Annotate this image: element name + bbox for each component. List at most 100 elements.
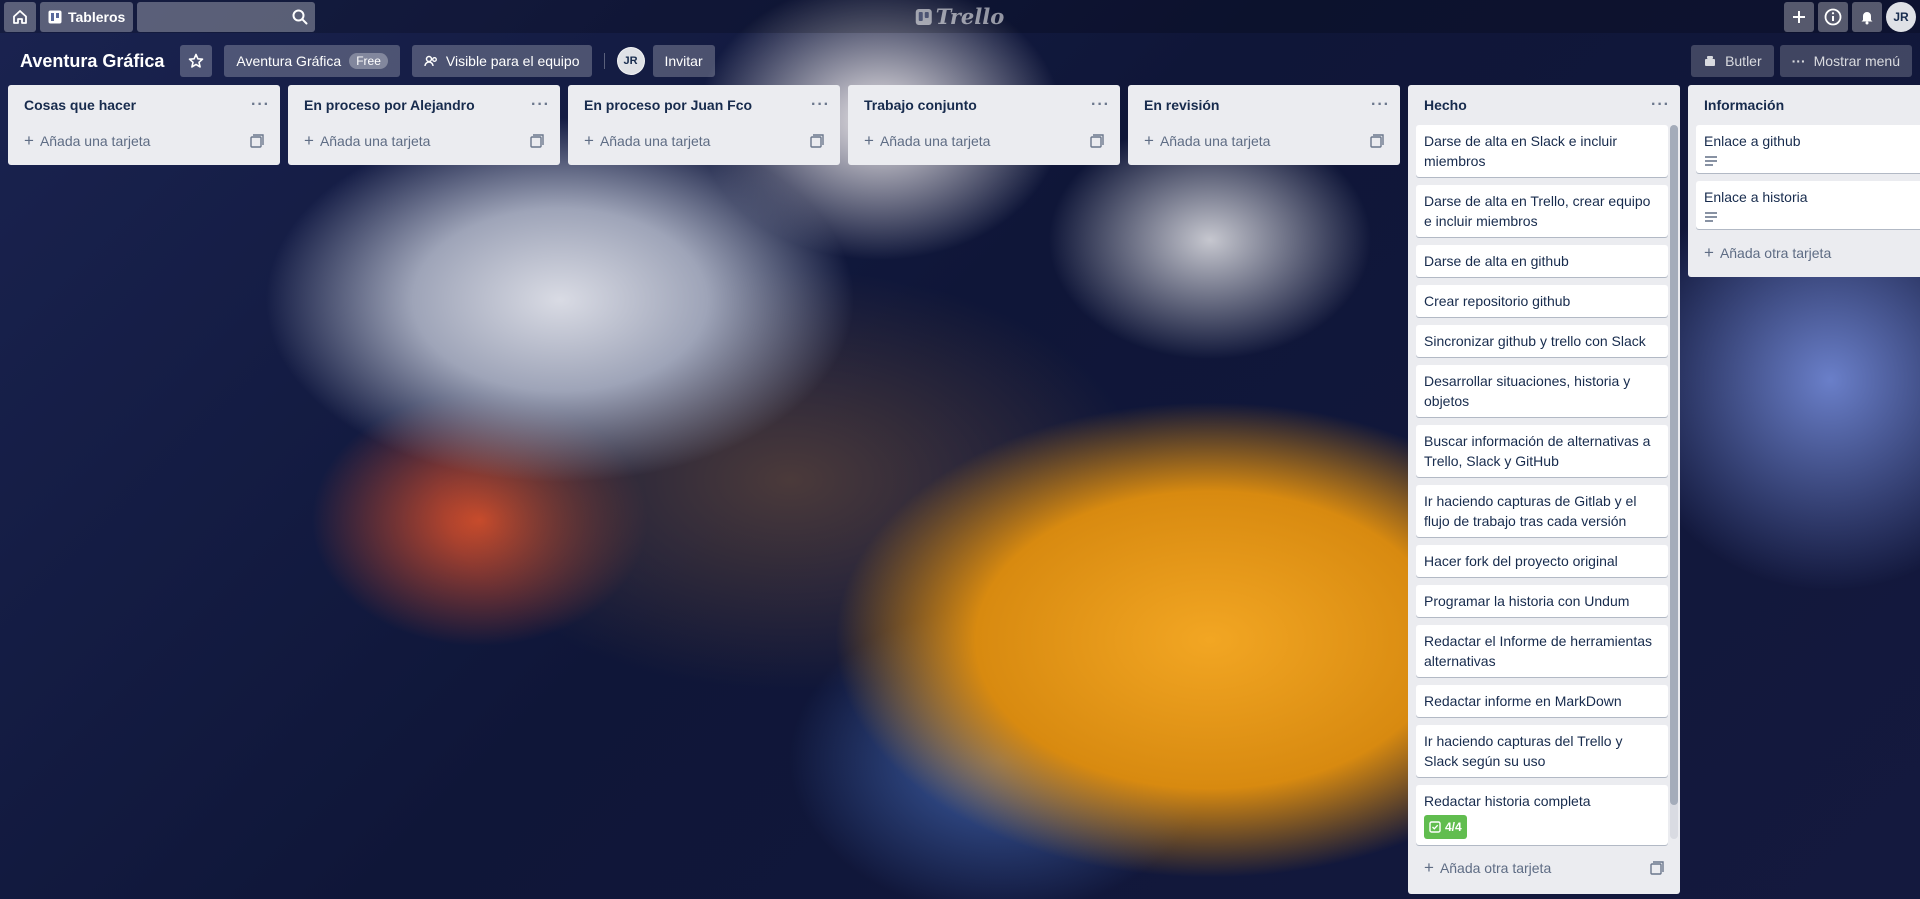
card[interactable]: Darse de alta en Trello, crear equipo e … xyxy=(1416,185,1668,237)
list-scrollbar[interactable] xyxy=(1670,125,1678,839)
visibility-label: Visible para el equipo xyxy=(445,53,580,69)
list-title[interactable]: Cosas que hacer xyxy=(24,97,136,113)
card[interactable]: Ir haciendo capturas del Trello y Slack … xyxy=(1416,725,1668,777)
card[interactable]: Sincronizar github y trello con Slack xyxy=(1416,325,1668,357)
team-plan-badge: Free xyxy=(349,53,388,69)
plus-icon: + xyxy=(304,131,314,150)
list-title[interactable]: En proceso por Juan Fco xyxy=(584,97,752,113)
list-title[interactable]: En revisión xyxy=(1144,97,1219,113)
trello-logo[interactable]: Trello xyxy=(915,4,1004,29)
card-title: Enlace a historia xyxy=(1704,189,1808,205)
card[interactable]: Programar la historia con Undum xyxy=(1416,585,1668,617)
scrollbar-thumb[interactable] xyxy=(1670,125,1678,805)
template-card-icon[interactable] xyxy=(530,134,544,148)
show-menu-button[interactable]: ··· Mostrar menú xyxy=(1779,45,1912,77)
card[interactable]: Hacer fork del proyecto original xyxy=(1416,545,1668,577)
invite-button[interactable]: Invitar xyxy=(652,45,715,77)
template-card-icon[interactable] xyxy=(1090,134,1104,148)
list-en-proceso-juan-fco: En proceso por Juan Fco ··· + Añada una t… xyxy=(568,85,840,165)
ellipsis-icon: ··· xyxy=(1791,53,1806,69)
search-icon[interactable] xyxy=(292,9,308,25)
list-title[interactable]: Hecho xyxy=(1424,97,1467,113)
plus-icon: + xyxy=(1704,243,1714,262)
search-box[interactable] xyxy=(137,1,316,32)
checklist-icon xyxy=(1429,821,1441,833)
add-card-button[interactable]: + Añada una tarjeta xyxy=(1136,125,1392,157)
top-right-actions: JR xyxy=(1784,2,1916,32)
template-card-icon[interactable] xyxy=(250,134,264,148)
card[interactable]: Desarrollar situaciones, historia y obje… xyxy=(1416,365,1668,417)
search-input[interactable] xyxy=(137,1,316,32)
list-menu-icon[interactable]: ··· xyxy=(1091,97,1110,113)
list-menu-icon[interactable]: ··· xyxy=(811,97,830,113)
card-title: Darse de alta en Trello, crear equipo e … xyxy=(1424,193,1651,229)
list-menu-icon[interactable]: ··· xyxy=(531,97,550,113)
list-hecho: Hecho ··· Darse de alta en Slack e inclu… xyxy=(1408,85,1680,894)
list-menu-icon[interactable]: ··· xyxy=(251,97,270,113)
template-card-icon[interactable] xyxy=(1650,861,1664,875)
card[interactable]: Darse de alta en github xyxy=(1416,245,1668,277)
card[interactable]: Buscar información de alternativas a Tre… xyxy=(1416,425,1668,477)
home-button[interactable] xyxy=(4,1,36,32)
add-card-label: Añada una tarjeta xyxy=(1159,133,1271,149)
list-title[interactable]: En proceso por Alejandro xyxy=(304,97,475,113)
info-icon xyxy=(1824,8,1842,26)
checklist-count: 4/4 xyxy=(1445,820,1462,834)
card[interactable]: Crear repositorio github xyxy=(1416,285,1668,317)
header-divider xyxy=(603,53,605,69)
member-initials: JR xyxy=(623,55,638,67)
information-button[interactable] xyxy=(1818,2,1848,32)
member-avatar[interactable]: JR xyxy=(616,47,645,75)
add-card-button[interactable]: + Añada otra tarjeta xyxy=(1696,237,1912,269)
team-button[interactable]: Aventura Gráfica Free xyxy=(224,45,400,77)
list-menu-icon[interactable]: ··· xyxy=(1371,97,1390,113)
card-list[interactable]: Darse de alta en Slack e incluir miembro… xyxy=(1408,125,1680,848)
card-title: Redactar el Informe de herramientas alte… xyxy=(1424,633,1652,669)
board-header: Aventura Gráfica Aventura Gráfica Free V… xyxy=(0,41,1920,81)
butler-button[interactable]: Butler xyxy=(1691,45,1774,77)
add-card-label: Añada una tarjeta xyxy=(599,133,711,149)
card-title: Sincronizar github y trello con Slack xyxy=(1424,333,1646,349)
card[interactable]: Redactar historia completa 4/4 xyxy=(1416,785,1668,845)
visibility-button[interactable]: Visible para el equipo xyxy=(411,45,592,77)
add-card-button[interactable]: + Añada una tarjeta xyxy=(296,125,552,157)
card[interactable]: Darse de alta en Slack e incluir miembro… xyxy=(1416,125,1668,177)
list-en-revision: En revisión ··· + Añada una tarjeta xyxy=(1128,85,1400,165)
board-title[interactable]: Aventura Gráfica xyxy=(20,51,164,72)
card[interactable]: Redactar el Informe de herramientas alte… xyxy=(1416,625,1668,677)
add-card-label: Añada una tarjeta xyxy=(39,133,151,149)
notifications-button[interactable] xyxy=(1852,2,1882,32)
list-menu-icon[interactable]: ··· xyxy=(1651,97,1670,113)
plus-icon: + xyxy=(24,131,34,150)
card[interactable]: Redactar informe en MarkDown xyxy=(1416,685,1668,717)
list-en-proceso-alejandro: En proceso por Alejandro ··· + Añada una … xyxy=(288,85,560,165)
add-card-button[interactable]: + Añada otra tarjeta xyxy=(1416,852,1672,884)
add-card-button[interactable]: + Añada una tarjeta xyxy=(856,125,1112,157)
show-menu-label: Mostrar menú xyxy=(1813,53,1900,69)
card[interactable]: Ir haciendo capturas de Gitlab y el fluj… xyxy=(1416,485,1668,537)
star-board-button[interactable] xyxy=(180,45,213,77)
list-title[interactable]: Trabajo conjunto xyxy=(864,97,977,113)
user-avatar[interactable]: JR xyxy=(1886,2,1916,32)
create-button[interactable] xyxy=(1784,2,1814,32)
template-card-icon[interactable] xyxy=(1370,134,1384,148)
boards-label: Tableros xyxy=(68,8,126,25)
description-icon xyxy=(1705,212,1717,222)
card-title: Crear repositorio github xyxy=(1424,293,1571,309)
card[interactable]: Enlace a github xyxy=(1696,125,1920,173)
add-card-button[interactable]: + Añada una tarjeta xyxy=(576,125,832,157)
team-visibility-icon xyxy=(424,55,437,67)
add-card-button[interactable]: + Añada una tarjeta xyxy=(16,125,272,157)
add-card-label: Añada otra tarjeta xyxy=(1719,245,1832,261)
card[interactable]: Enlace a historia xyxy=(1696,181,1920,229)
list-title[interactable]: Información xyxy=(1704,97,1784,113)
boards-icon xyxy=(48,10,62,23)
template-card-icon[interactable] xyxy=(810,134,824,148)
boards-button[interactable]: Tableros xyxy=(40,1,134,32)
card-title: Ir haciendo capturas de Gitlab y el fluj… xyxy=(1424,493,1637,529)
checklist-badge: 4/4 xyxy=(1424,815,1467,839)
plus-icon xyxy=(1793,11,1805,23)
card-title: Hacer fork del proyecto original xyxy=(1424,553,1618,569)
user-initials: JR xyxy=(1893,10,1909,24)
plus-icon: + xyxy=(584,131,594,150)
